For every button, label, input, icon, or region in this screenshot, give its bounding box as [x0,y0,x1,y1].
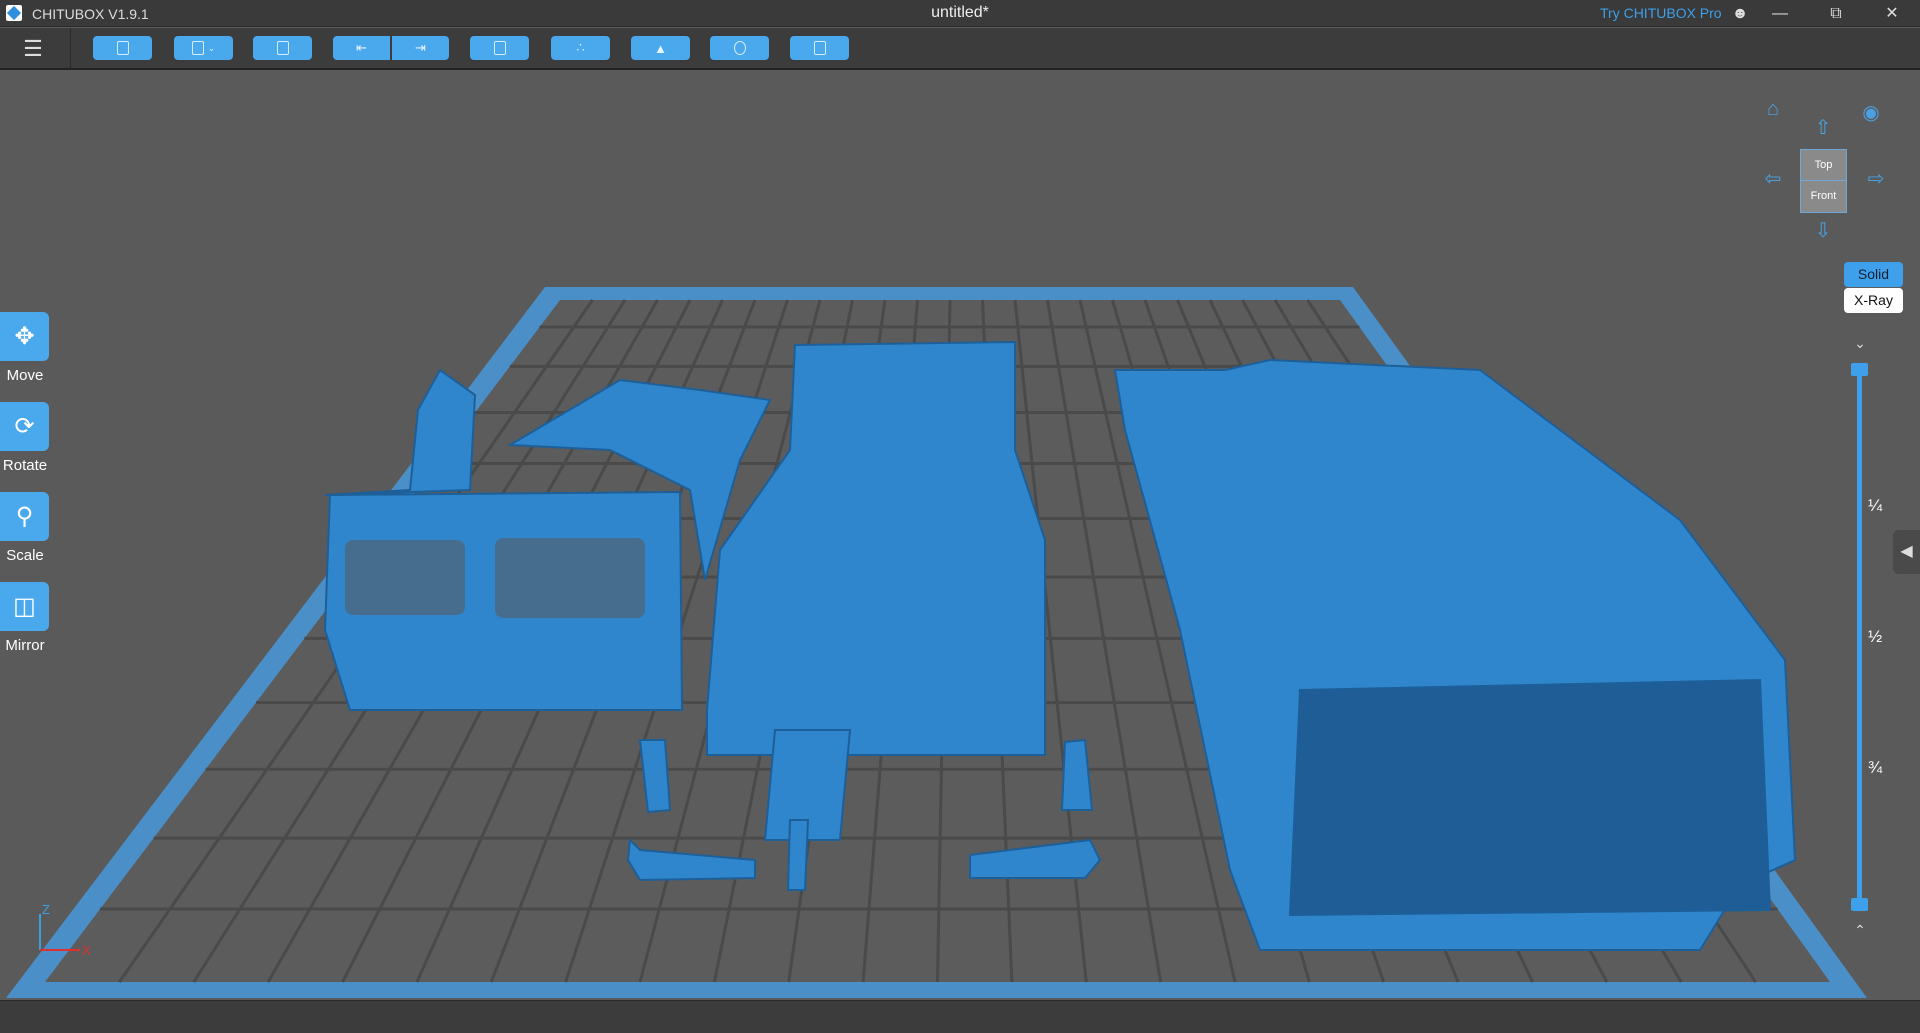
status-bar [0,1000,1920,1033]
scale-tool[interactable]: ⚲ Scale [0,492,50,564]
axis-z-label: Z [42,902,50,917]
axis-indicator: Z X [39,902,91,958]
toolbar-divider [70,28,71,70]
view-cube-top[interactable]: Top [1801,150,1846,181]
eye-icon[interactable]: ◉ [1857,100,1885,125]
auto-arrange-button[interactable] [253,36,312,60]
mirror-label: Mirror [5,637,45,654]
document-icon [493,41,506,55]
scene[interactable] [0,70,1920,1000]
app-logo-icon [6,5,22,21]
mirror-icon[interactable]: ◫ [0,582,49,631]
move-tool[interactable]: ✥ Move [0,312,50,384]
cubes-icon: ∴ [576,40,585,55]
print-icon [813,41,826,55]
arrow-down-view-icon[interactable]: ⇩ [1809,218,1837,243]
solid-mode-button[interactable]: Solid [1844,262,1903,287]
try-pro-link[interactable]: Try CHITUBOX Pro [1600,5,1722,21]
layer-slider-track[interactable] [1857,370,1862,904]
app-name: CHITUBOX V1.9.1 [32,6,149,22]
model-body-interior [1288,678,1772,917]
slice-button[interactable] [790,36,849,60]
folder-icon [116,41,129,55]
support-icon: ▲ [654,40,667,56]
rotate-tool[interactable]: ⟳ Rotate [0,402,50,474]
hollow-button[interactable] [710,36,769,60]
slice-settings-button[interactable] [470,36,529,60]
xray-mode-button[interactable]: X-Ray [1844,288,1903,313]
model-highlights [345,538,645,618]
toolbar: ☰ ⌄ ⇤ ⇥ ∴ ▲ [0,28,1920,70]
home-view-icon[interactable]: ⌂ [1759,98,1787,121]
rotate-label: Rotate [2,457,48,474]
layer-slider-bottom-handle[interactable] [1851,898,1868,911]
chevron-down-icon[interactable]: ⌄ [208,43,216,54]
move-label: Move [6,367,44,384]
account-icon[interactable]: ☻ [1720,0,1760,27]
hamburger-menu-icon[interactable]: ☰ [20,36,46,62]
save-icon [191,41,204,55]
arrow-left-view-icon[interactable]: ⇦ [1759,166,1787,191]
slider-mark-quarter: ¼ [1868,496,1883,515]
minimize-button[interactable]: — [1760,0,1800,27]
scale-icon[interactable]: ⚲ [0,492,49,541]
undo-button[interactable]: ⇤ [333,36,390,60]
model-door-open [324,368,477,496]
restore-button[interactable]: ⧉ [1816,0,1856,27]
title-bar: CHITUBOX V1.9.1 untitled* Try CHITUBOX P… [0,0,1920,27]
model-exhaust [786,819,810,891]
collapse-panel-button[interactable]: ◀ [1893,530,1920,574]
chevron-down-icon[interactable]: ⌄ [1850,335,1870,352]
arrow-right-view-icon[interactable]: ⇨ [1862,166,1890,191]
auto-layout-button[interactable]: ∴ [551,36,610,60]
save-button[interactable]: ⌄ [174,36,233,60]
axis-x-label: X [82,943,91,958]
3d-viewport[interactable]: ✥ Move ⟳ Rotate ⚲ Scale ◫ Mirror ⌂ ◉ ⇧ ⇦ ⇨ ⇩… [0,70,1920,1000]
arrow-up-view-icon[interactable]: ⇧ [1809,115,1837,140]
mirror-tool[interactable]: ◫ Mirror [0,582,50,654]
slider-mark-three-quarter: ¾ [1868,758,1883,777]
view-cube-front[interactable]: Front [1801,181,1846,212]
move-icon[interactable]: ✥ [0,312,49,361]
open-file-button[interactable] [93,36,152,60]
chevron-up-icon[interactable]: ⌃ [1850,922,1870,939]
arrange-icon [276,41,289,55]
close-button[interactable]: ✕ [1872,0,1912,27]
redo-icon: ⇥ [415,40,426,55]
rotate-icon[interactable]: ⟳ [0,402,49,451]
layer-slider-top-handle[interactable] [1851,363,1868,376]
slider-mark-half: ½ [1868,627,1883,646]
hollow-icon [733,41,746,55]
redo-button[interactable]: ⇥ [392,36,449,60]
view-cube[interactable]: Top Front [1800,149,1847,213]
undo-icon: ⇤ [356,40,367,55]
scale-label: Scale [6,547,44,564]
add-supports-button[interactable]: ▲ [631,36,690,60]
